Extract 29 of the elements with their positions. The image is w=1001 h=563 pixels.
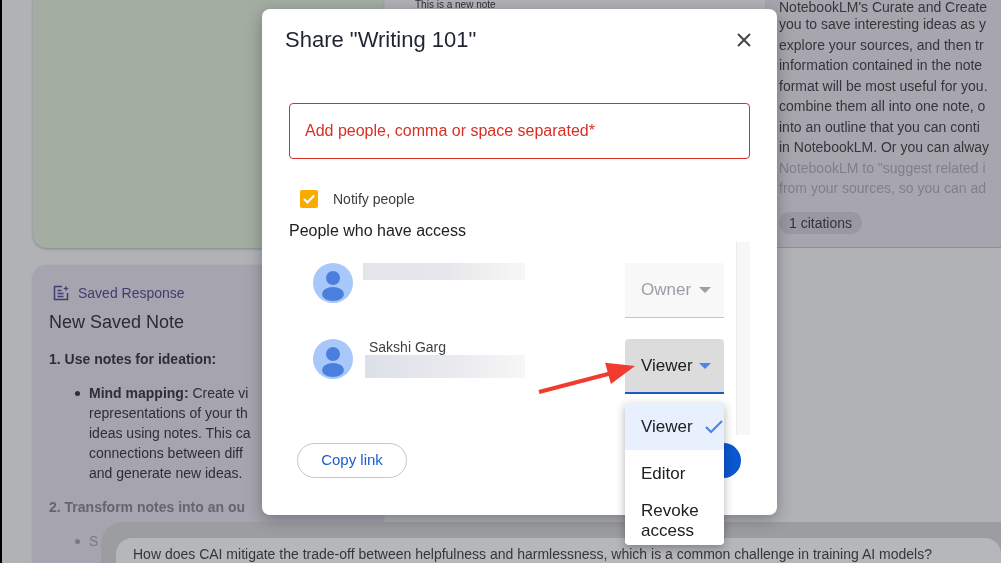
bullet-icon — [75, 391, 80, 396]
caret-icon — [699, 287, 711, 293]
checkmark-icon — [303, 194, 315, 204]
menu-item[interactable]: Editor — [625, 450, 724, 497]
note-paragraph: Mind mapping: Create vi representations of your th ideas using notes. This ca connections between diff and generate new ideas. — [89, 384, 251, 483]
note-sparkle-icon — [53, 285, 69, 301]
checkbox-label: Notify people — [333, 190, 415, 208]
person-name: Sakshi Garg — [369, 340, 447, 355]
add-people-field[interactable]: Add people, comma or space separated* — [289, 103, 750, 159]
note-title: New Saved Note — [49, 311, 185, 333]
avatar-icon — [313, 339, 353, 379]
checkmark-icon — [705, 419, 723, 434]
menu-item[interactable]: Revoke access — [625, 497, 724, 543]
note-type-label: Saved Response — [78, 285, 185, 301]
note-heading: 1. Use notes for ideation: — [49, 350, 217, 369]
menu-item[interactable]: Viewer — [625, 403, 724, 450]
avatar-icon — [313, 263, 353, 303]
note-text: This is a new note — [415, 0, 496, 9]
role-dropdown[interactable]: Viewer — [625, 339, 724, 394]
checkbox[interactable] — [300, 190, 318, 208]
note-heading: 2. Transform notes into an ou — [49, 498, 246, 517]
close-button[interactable] — [735, 31, 753, 49]
bullet-icon — [75, 539, 80, 544]
close-icon — [737, 33, 751, 47]
caret-icon — [699, 362, 711, 369]
section-heading: People who have access — [289, 221, 466, 241]
dialog-title: Share "Writing 101" — [285, 27, 477, 53]
suggested-question-chip[interactable]: How does CAI mitigate the trade-off between helpfulness and harmlessness, which is a common challenge in training AI models? — [116, 538, 1001, 563]
citations-chip[interactable]: 1 citations — [779, 211, 863, 234]
